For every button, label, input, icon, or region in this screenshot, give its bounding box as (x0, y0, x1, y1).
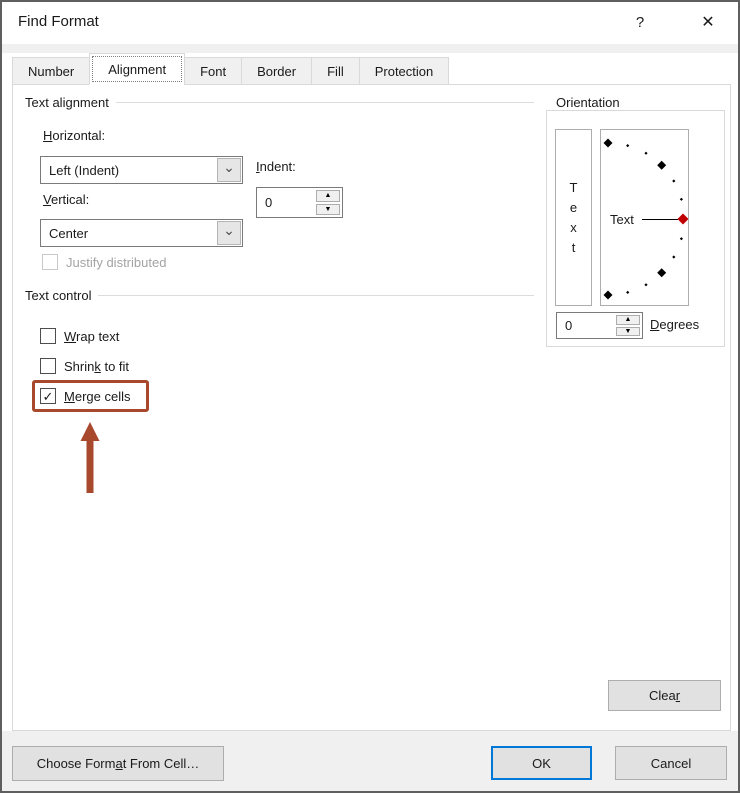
spinner-up-icon: ▲ (624, 316, 632, 324)
vertical-select[interactable]: Center ⌄ (40, 219, 243, 247)
dialog-footer: Choose Format From Cell… OK Cancel (2, 731, 738, 791)
tab-strip: Number Alignment Font Border Fill Protec… (12, 53, 450, 85)
help-button[interactable]: ? (620, 2, 660, 42)
spinner-down-icon: ▼ (324, 205, 332, 213)
alignment-tab-page: Text alignment Horizontal: Left (Indent)… (12, 84, 731, 731)
horizontal-select-value: Left (Indent) (49, 162, 120, 178)
indent-value: 0 (265, 195, 273, 210)
text-control-group-header: Text control (25, 288, 534, 303)
vertical-text-preview[interactable]: T e x t (555, 129, 592, 306)
ok-button[interactable]: OK (491, 746, 592, 780)
horizontal-select[interactable]: Left (Indent) ⌄ (40, 156, 243, 184)
tab-fill[interactable]: Fill (311, 57, 360, 85)
shrink-to-fit-checkbox-row[interactable]: Shrink to fit (40, 356, 129, 376)
orientation-group-label: Orientation (551, 95, 625, 110)
tab-protection[interactable]: Protection (358, 57, 450, 85)
tab-font[interactable]: Font (184, 57, 243, 85)
tab-alignment[interactable]: Alignment (89, 53, 186, 85)
indent-input[interactable]: 0 ▲ ▼ (256, 187, 343, 218)
close-button[interactable]: ✕ (688, 2, 728, 42)
shrink-to-fit-label: Shrink to fit (64, 358, 130, 374)
shrink-to-fit-checkbox[interactable] (40, 358, 56, 374)
tab-border[interactable]: Border (241, 57, 313, 85)
checkmark-icon: ✓ (42, 388, 54, 404)
close-icon: ✕ (701, 14, 715, 31)
titlebar: Find Format ? ✕ (2, 2, 738, 44)
merge-cells-checkbox[interactable]: ✓ (40, 388, 56, 404)
wrap-text-checkbox[interactable] (40, 328, 56, 344)
justify-distributed-label: Justify distributed (66, 254, 167, 270)
clear-button[interactable]: Clear (608, 680, 721, 711)
degrees-value: 0 (565, 318, 573, 333)
indent-label: Indent: (256, 159, 296, 174)
indent-spin-up-button[interactable]: ▲ (316, 190, 340, 202)
text-alignment-group-header: Text alignment (25, 95, 534, 110)
help-icon: ? (635, 13, 645, 31)
find-format-dialog: Find Format ? ✕ Number Alignment Font Bo… (0, 0, 740, 793)
degrees-label: Degrees (650, 317, 700, 332)
titlebar-separator (2, 44, 738, 53)
chevron-down-icon: ⌄ (223, 221, 235, 238)
gauge-text-label: Text (610, 212, 634, 227)
wrap-text-checkbox-row[interactable]: Wrap text (40, 326, 119, 346)
cancel-button[interactable]: Cancel (615, 746, 727, 780)
spinner-down-icon: ▼ (624, 327, 632, 335)
gauge-handle-diamond[interactable] (677, 213, 689, 225)
choose-format-from-cell-button[interactable]: Choose Format From Cell… (12, 746, 224, 781)
justify-distributed-checkbox-row: Justify distributed (42, 252, 166, 272)
merge-cells-label: Merge cells (64, 388, 131, 404)
orientation-gauge-dial: Text (603, 138, 689, 300)
wrap-text-label: Wrap text (64, 328, 120, 344)
vertical-label: Vertical: (43, 192, 90, 207)
orientation-gauge[interactable]: Text (600, 129, 689, 306)
horizontal-label: Horizontal: (43, 128, 106, 143)
indent-spin-down-button[interactable]: ▼ (316, 203, 340, 215)
chevron-down-icon: ⌄ (223, 158, 235, 175)
vertical-dropdown-button[interactable]: ⌄ (217, 221, 241, 245)
spinner-up-icon: ▲ (324, 192, 332, 200)
degrees-input[interactable]: 0 ▲ ▼ (556, 312, 643, 339)
horizontal-dropdown-button[interactable]: ⌄ (217, 158, 241, 182)
merge-cells-checkbox-row[interactable]: ✓ Merge cells (40, 386, 130, 406)
annotation-arrow-up-icon (80, 422, 100, 493)
tab-number[interactable]: Number (12, 57, 91, 85)
vertical-select-value: Center (49, 225, 89, 241)
justify-distributed-checkbox (42, 254, 58, 270)
window-title: Find Format (18, 13, 99, 30)
degrees-spin-down-button[interactable]: ▼ (616, 326, 640, 336)
degrees-spin-up-button[interactable]: ▲ (616, 315, 640, 325)
